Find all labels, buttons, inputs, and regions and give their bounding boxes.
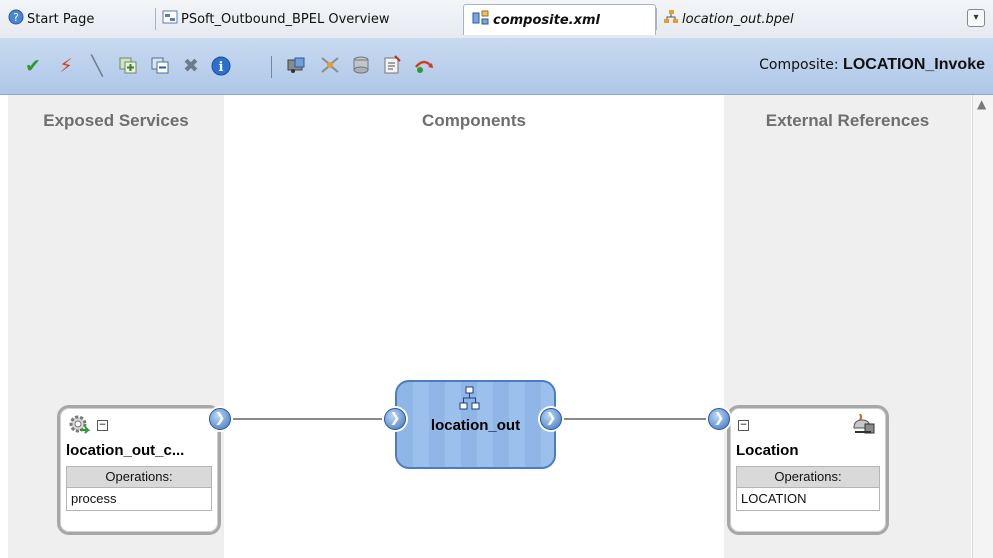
lane-title: External References: [765, 111, 930, 130]
service-name: location_out_c...: [66, 442, 185, 459]
component-location-out[interactable]: location_out: [395, 380, 556, 469]
gear-service-icon: [68, 414, 92, 440]
validate-icon[interactable]: ✔: [22, 55, 44, 77]
bpel-process-icon: [459, 386, 481, 416]
tab-list-dropdown[interactable]: ▾: [967, 9, 985, 27]
exposed-service-location-out[interactable]: − location_out_c... Operations: process: [57, 405, 221, 535]
tab-composite[interactable]: composite.xml: [463, 4, 656, 35]
svg-text:?: ?: [13, 11, 19, 24]
composite-toolbar: ✔ ⚡ ╲ ✖ i Composite: LOCATION_Invoke: [0, 38, 993, 95]
components-lane: Components: [224, 95, 724, 558]
bpel-icon: [663, 9, 679, 29]
wire-component-to-reference[interactable]: [559, 418, 714, 420]
editor-tab-bar: ? Start Page PSoft_Outbound_BPEL Overvie…: [0, 0, 993, 39]
collapse-icon[interactable]: −: [738, 420, 749, 431]
wire-service-to-component[interactable]: [229, 418, 388, 420]
service-out-port[interactable]: ❯: [209, 408, 231, 430]
svg-text:i: i: [219, 60, 224, 75]
chevron-right-icon: ❯: [214, 411, 226, 426]
mediator-icon[interactable]: [319, 55, 341, 77]
wire-icon[interactable]: ╲: [86, 55, 108, 77]
component-out-port[interactable]: ❯: [540, 408, 562, 430]
chevron-right-icon: ❯: [389, 411, 401, 426]
external-reference-location[interactable]: − Location Operations: LOCATION: [727, 405, 889, 535]
tab-label: Start Page: [27, 11, 95, 27]
rule-icon[interactable]: [350, 55, 372, 77]
composite-name-label: Composite: LOCATION_Invoke: [759, 56, 985, 74]
lane-title: Exposed Services: [43, 111, 189, 130]
help-icon: ?: [8, 9, 24, 29]
tab-location-out-bpel[interactable]: location_out.bpel: [656, 8, 794, 30]
delete-icon[interactable]: ✖: [180, 55, 202, 77]
tab-label: location_out.bpel: [682, 11, 794, 27]
tab-label: PSoft_Outbound_BPEL Overview: [181, 11, 390, 27]
info-icon[interactable]: i: [210, 55, 232, 77]
adapter-icon[interactable]: [286, 55, 308, 77]
overview-icon: [162, 10, 178, 28]
test-icon[interactable]: [413, 55, 435, 77]
composite-name: LOCATION_Invoke: [843, 56, 985, 73]
tab-start-page[interactable]: ? Start Page: [8, 8, 94, 30]
add-reference-icon[interactable]: [149, 55, 171, 77]
chevron-down-icon: ▾: [973, 12, 979, 23]
chevron-right-icon: ❯: [545, 411, 557, 426]
chevron-right-icon: ❯: [713, 411, 725, 426]
reference-in-port[interactable]: ❯: [708, 408, 730, 430]
operations-header: Operations:: [66, 466, 212, 488]
operation-item[interactable]: process: [66, 488, 212, 511]
composite-icon: [472, 10, 490, 30]
tab-label: composite.xml: [493, 12, 600, 28]
adapter-reference-icon: [850, 412, 878, 440]
operation-item[interactable]: LOCATION: [736, 488, 880, 511]
toolbar-separator: [271, 56, 272, 78]
collapse-icon[interactable]: −: [97, 420, 108, 431]
component-name: location_out: [430, 417, 521, 434]
lane-title: Components: [422, 111, 526, 130]
composite-canvas[interactable]: Exposed Services Components External Ref…: [0, 95, 993, 558]
vertical-scrollbar[interactable]: ▲: [972, 95, 993, 558]
composite-prefix: Composite:: [759, 57, 839, 73]
deploy-icon[interactable]: ⚡: [55, 55, 77, 77]
scroll-up-icon[interactable]: ▲: [977, 97, 986, 111]
operations-header: Operations:: [736, 466, 880, 488]
reference-name: Location: [736, 442, 799, 459]
component-in-port[interactable]: ❯: [384, 408, 406, 430]
properties-icon[interactable]: [381, 55, 403, 77]
tab-overview[interactable]: PSoft_Outbound_BPEL Overview: [155, 8, 390, 30]
add-service-icon[interactable]: [117, 55, 139, 77]
